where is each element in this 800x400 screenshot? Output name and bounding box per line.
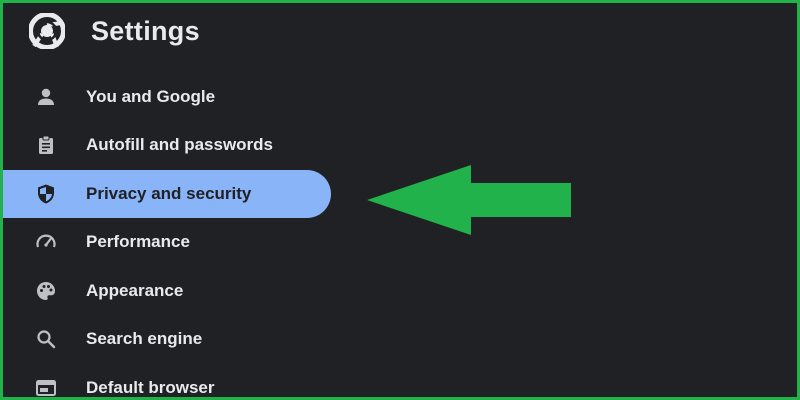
- browser-window-icon: [36, 380, 56, 396]
- sidebar-item-label: Performance: [86, 232, 190, 251]
- speedometer-icon: [36, 234, 56, 248]
- sidebar-item-you-and-google[interactable]: You and Google: [3, 73, 331, 121]
- sidebar-item-label: Default browser: [86, 378, 215, 397]
- sidebar-item-label: Privacy and security: [86, 184, 252, 203]
- shield-icon: [38, 184, 54, 204]
- sidebar-item-autofill[interactable]: Autofill and passwords: [3, 121, 331, 169]
- person-icon: [38, 88, 54, 105]
- sidebar-item-search-engine[interactable]: Search engine: [3, 315, 331, 363]
- sidebar-item-appearance[interactable]: Appearance: [3, 267, 331, 315]
- green-arrow-left-icon: [367, 165, 571, 235]
- sidebar-item-label: Autofill and passwords: [86, 135, 274, 154]
- sidebar-item-label: Search engine: [86, 329, 203, 348]
- sidebar-item-default-browser[interactable]: Default browser: [3, 364, 331, 397]
- page-title: Settings: [91, 16, 200, 46]
- sidebar-item-performance[interactable]: Performance: [3, 218, 331, 266]
- settings-window: Settings You and Google Autofill and pas…: [3, 3, 797, 397]
- sidebar-item-label: Appearance: [86, 281, 184, 300]
- sidebar-item-label: You and Google: [86, 87, 216, 106]
- clipboard-icon: [39, 135, 53, 154]
- palette-icon: [37, 282, 55, 300]
- settings-header: Settings: [3, 3, 797, 61]
- sidebar-item-privacy-and-security[interactable]: Privacy and security: [3, 170, 331, 218]
- search-icon: [37, 330, 56, 349]
- chrome-logo-icon: [29, 13, 65, 49]
